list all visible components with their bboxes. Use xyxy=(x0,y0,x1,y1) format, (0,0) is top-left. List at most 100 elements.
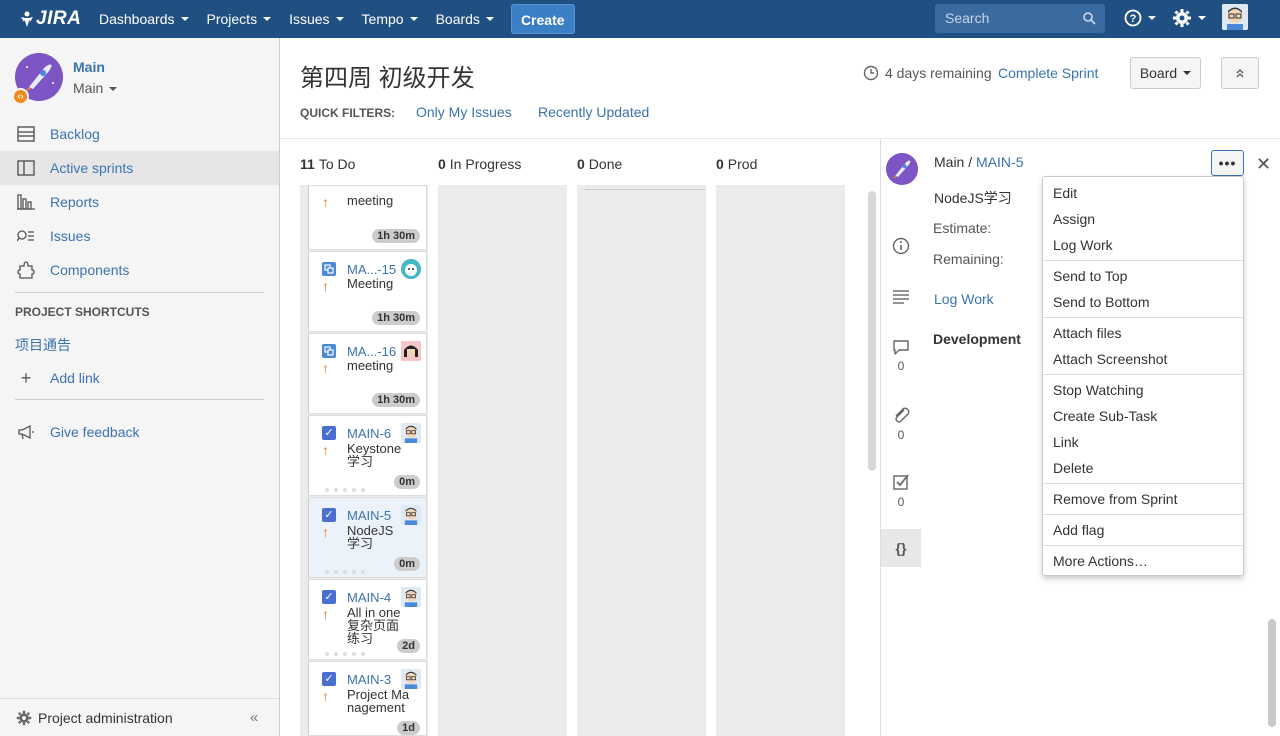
log-work-link[interactable]: Log Work xyxy=(934,291,994,307)
avatar xyxy=(401,341,421,361)
issue-card[interactable]: ✓ MAIN-3 ↑ Project Management 1d xyxy=(308,661,427,736)
column-count: 0 xyxy=(438,156,446,172)
tab-development[interactable]: {} xyxy=(881,529,921,567)
more-actions-button[interactable]: ••• xyxy=(1211,150,1244,176)
menu-item-attach-screenshot[interactable]: Attach Screenshot xyxy=(1053,351,1167,367)
tab-comments[interactable]: 0 xyxy=(881,339,921,373)
issue-summary[interactable]: NodeJS学习 xyxy=(934,188,1012,208)
board-menu-button[interactable]: Board xyxy=(1130,57,1201,89)
menu-item-create-subtask[interactable]: Create Sub-Task xyxy=(1053,408,1157,424)
issue-card-selected[interactable]: ✓ MAIN-5 ↑ NodeJS 学习 0m xyxy=(308,497,427,578)
menu-item-delete[interactable]: Delete xyxy=(1053,460,1093,476)
breadcrumb-issue-key[interactable]: MAIN-5 xyxy=(976,154,1023,170)
task-checkbox-icon: ✓ xyxy=(322,672,336,686)
collapse-sidebar-icon[interactable]: « xyxy=(250,709,258,726)
avatar xyxy=(401,669,421,689)
sidebar-item-label: Active sprints xyxy=(50,160,134,176)
tab-attachments[interactable]: 0 xyxy=(881,406,921,442)
filter-only-my-issues[interactable]: Only My Issues xyxy=(416,104,512,120)
menu-item-log-work[interactable]: Log Work xyxy=(1053,237,1113,253)
card-key[interactable]: MA...-15 xyxy=(347,262,396,277)
detail-scrollbar[interactable] xyxy=(1268,619,1276,727)
card-key[interactable]: MAIN-6 xyxy=(347,426,391,441)
menu-item-link[interactable]: Link xyxy=(1053,434,1079,450)
breadcrumb-project[interactable]: Main xyxy=(934,154,964,170)
menu-item-more-actions[interactable]: More Actions… xyxy=(1053,553,1148,569)
priority-high-icon: ↑ xyxy=(322,606,329,622)
sidebar-item-components[interactable]: Components xyxy=(0,253,279,287)
card-key[interactable]: MAIN-3 xyxy=(347,672,391,687)
menu-item-assign[interactable]: Assign xyxy=(1053,211,1095,227)
complete-sprint-link[interactable]: Complete Sprint xyxy=(998,65,1098,81)
card-key[interactable]: MAIN-4 xyxy=(347,590,391,605)
project-switcher[interactable]: Main xyxy=(73,80,118,96)
card-key[interactable]: MAIN-5 xyxy=(347,508,391,523)
card-key[interactable]: MA...-16 xyxy=(347,344,396,359)
priority-high-icon: ↑ xyxy=(322,688,329,704)
progress-dots xyxy=(325,570,365,574)
sidebar-item-active-sprints[interactable]: Active sprints xyxy=(0,151,279,185)
development-heading: Development xyxy=(933,331,1021,347)
issue-card[interactable]: ✓ MAIN-6 ↑ Keystone 学习 0m xyxy=(308,415,427,496)
issues-search-icon xyxy=(16,228,36,244)
nav-issues[interactable]: Issues xyxy=(280,0,352,38)
quick-filters-label: QUICK FILTERS: xyxy=(300,106,396,120)
add-link-button[interactable]: + Add link xyxy=(0,361,279,395)
board-scrollbar[interactable] xyxy=(868,191,876,471)
remaining-label: Remaining: xyxy=(933,251,1004,267)
menu-item-edit[interactable]: Edit xyxy=(1053,185,1077,201)
estimate-label: Estimate: xyxy=(933,220,992,236)
close-icon[interactable]: ✕ xyxy=(1256,154,1271,175)
menu-item-send-to-bottom[interactable]: Send to Bottom xyxy=(1053,294,1150,310)
settings-menu[interactable] xyxy=(1172,8,1206,28)
card-summary: Project Management xyxy=(347,687,410,715)
gear-icon xyxy=(1173,9,1191,27)
sidebar-item-backlog[interactable]: Backlog xyxy=(0,117,279,151)
project-type-badge-icon: ‹› xyxy=(12,88,29,105)
tab-description[interactable] xyxy=(881,289,921,305)
tab-subtasks[interactable]: 0 xyxy=(881,473,921,509)
menu-item-add-flag[interactable]: Add flag xyxy=(1053,522,1104,538)
column-name: In Progress xyxy=(449,156,522,172)
attachment-count: 0 xyxy=(897,428,905,442)
nav-boards[interactable]: Boards xyxy=(427,0,503,38)
user-avatar[interactable] xyxy=(1222,4,1248,30)
main-menu: Dashboards Projects Issues Tempo Boards … xyxy=(90,0,575,38)
search-input[interactable]: Search xyxy=(935,4,1105,33)
time-estimate-badge: 1d xyxy=(397,721,420,735)
remaining-text: 4 days remaining xyxy=(885,65,992,81)
column-done xyxy=(577,185,706,736)
breadcrumb: Main / MAIN-5 xyxy=(934,154,1023,170)
collapse-header-button[interactable] xyxy=(1221,57,1259,89)
nav-projects[interactable]: Projects xyxy=(198,0,281,38)
card-summary: Meeting xyxy=(347,276,394,291)
jira-logo[interactable]: JIRA xyxy=(20,8,90,30)
help-menu[interactable]: ? xyxy=(1124,9,1156,27)
column-in-progress xyxy=(438,185,567,736)
create-button[interactable]: Create xyxy=(510,4,575,34)
project-name[interactable]: Main xyxy=(73,59,105,75)
project-admin-link[interactable]: Project administration « xyxy=(0,698,279,736)
reports-icon xyxy=(16,194,36,210)
tab-details[interactable] xyxy=(881,237,921,255)
task-checkbox-icon: ✓ xyxy=(322,508,336,522)
menu-item-send-to-top[interactable]: Send to Top xyxy=(1053,268,1127,284)
nav-dashboards[interactable]: Dashboards xyxy=(90,0,198,38)
project-sidebar: ‹› Main Main Backlog Active sprints Repo… xyxy=(0,38,280,736)
shortcut-link[interactable]: 项目通告 xyxy=(15,335,71,355)
menu-item-attach-files[interactable]: Attach files xyxy=(1053,325,1121,341)
shortcuts-heading: PROJECT SHORTCUTS xyxy=(15,305,150,319)
issue-card[interactable]: MA...-15 ↑ Meeting 1h 30m xyxy=(308,251,427,332)
column-prod xyxy=(716,185,845,736)
issue-card[interactable]: ↑ meeting 1h 30m xyxy=(308,185,427,250)
sidebar-item-issues[interactable]: Issues xyxy=(0,219,279,253)
sidebar-item-reports[interactable]: Reports xyxy=(0,185,279,219)
menu-item-stop-watching[interactable]: Stop Watching xyxy=(1053,382,1144,398)
filter-recently-updated[interactable]: Recently Updated xyxy=(538,104,649,120)
issue-card[interactable]: MA...-16 ↑ meeting 1h 30m xyxy=(308,333,427,414)
nav-tempo[interactable]: Tempo xyxy=(353,0,427,38)
menu-item-remove-from-sprint[interactable]: Remove from Sprint xyxy=(1053,491,1177,507)
sidebar-item-label: Backlog xyxy=(50,126,100,142)
issue-card[interactable]: ✓ MAIN-4 ↑ All in one 复杂页面练习 2d xyxy=(308,579,427,660)
give-feedback-link[interactable]: Give feedback xyxy=(0,415,279,449)
